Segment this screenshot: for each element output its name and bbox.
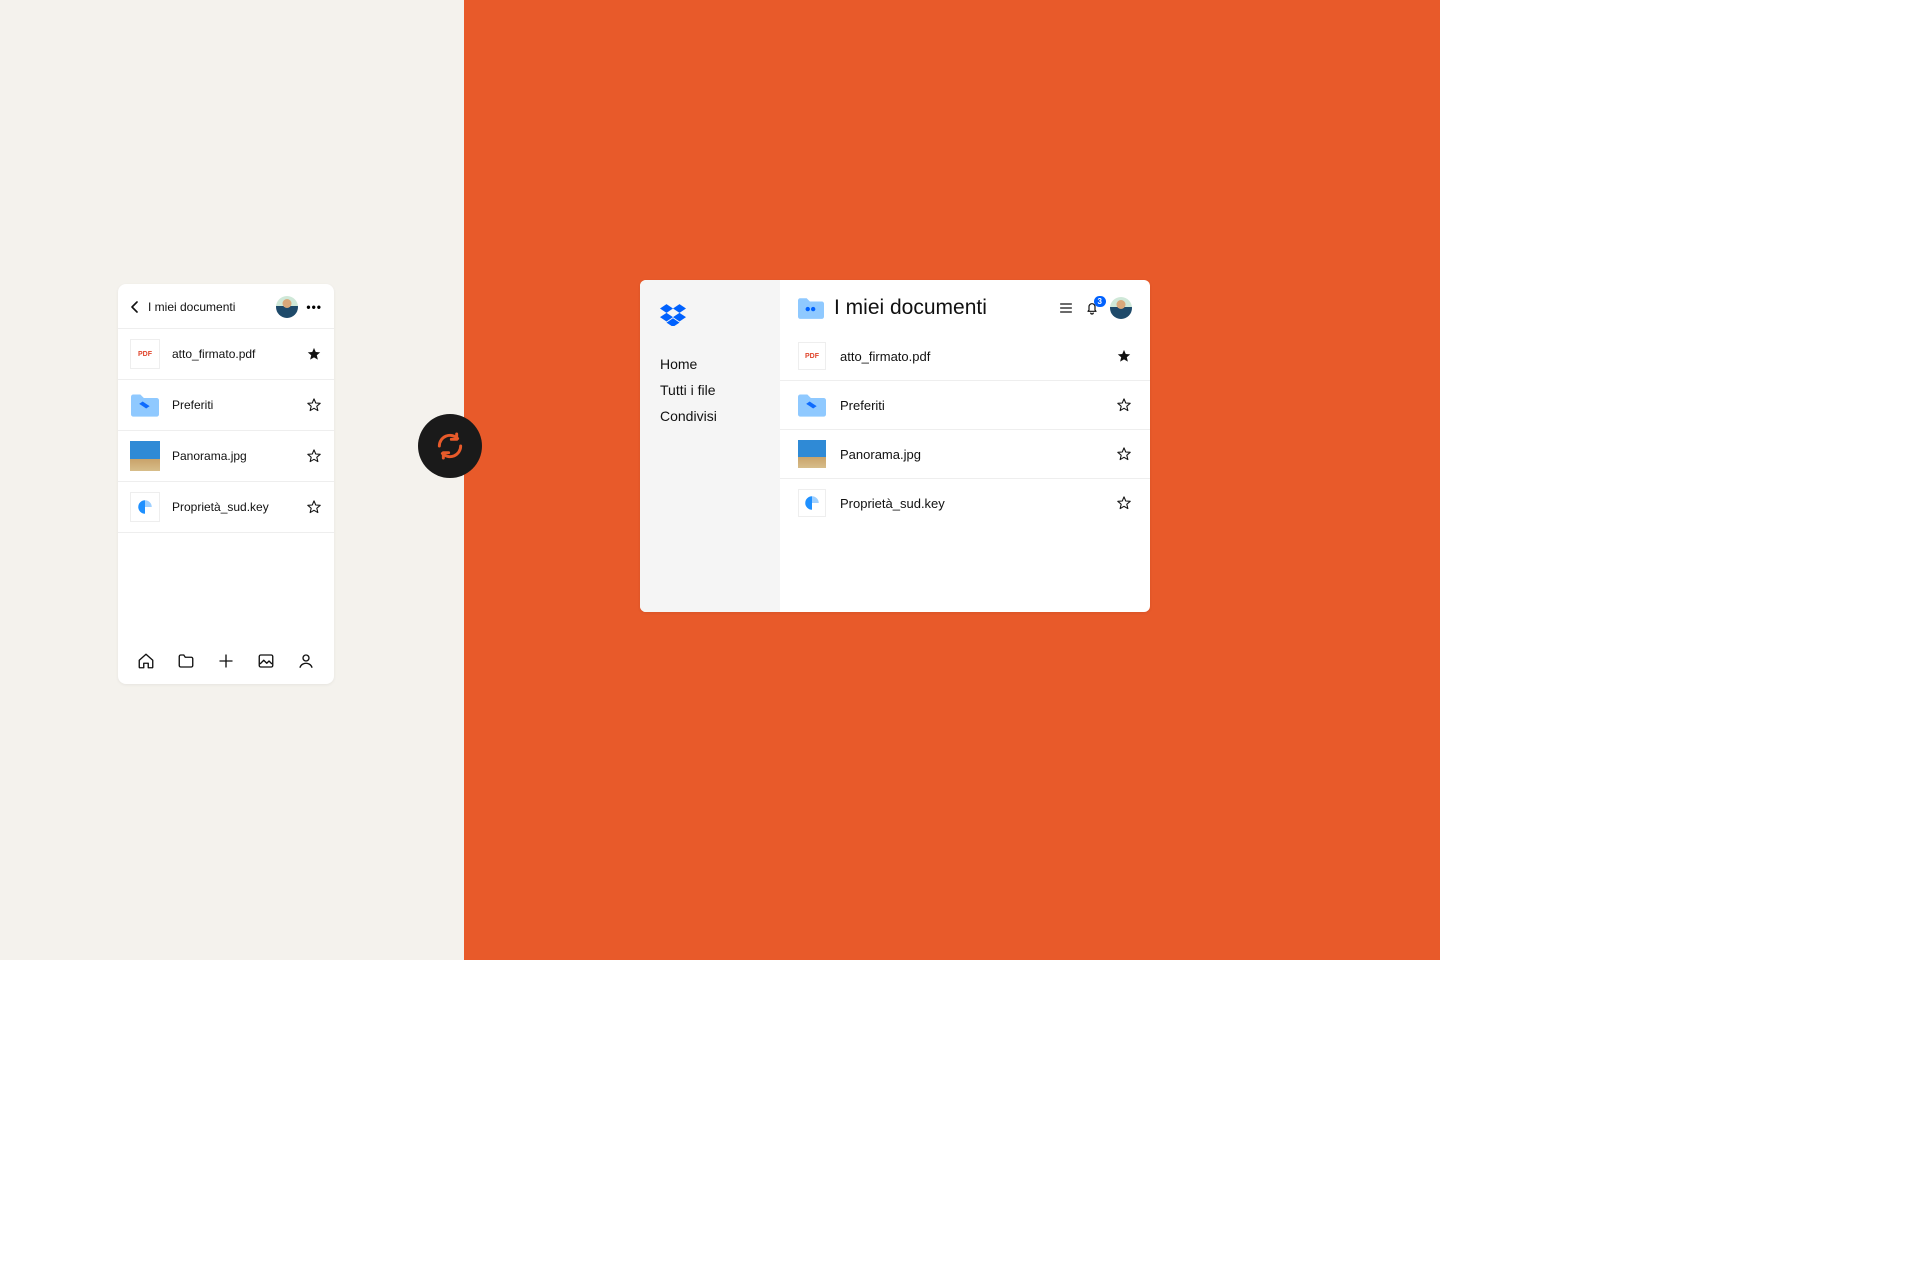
list-view-icon[interactable] (1058, 300, 1074, 316)
nav-item[interactable]: Condivisi (660, 408, 760, 424)
star-icon[interactable] (306, 397, 322, 413)
mobile-header: I miei documenti ••• (118, 284, 334, 329)
home-icon[interactable] (137, 652, 155, 670)
folder-icon (130, 390, 160, 420)
file-row[interactable]: Proprietà_sud.key (118, 482, 334, 533)
star-icon[interactable] (306, 346, 322, 362)
file-name: atto_firmato.pdf (172, 347, 306, 361)
nav-item[interactable]: Tutti i file (660, 382, 760, 398)
folder-icon[interactable] (177, 652, 195, 670)
shared-folder-icon (798, 297, 824, 319)
keynote-icon (130, 492, 160, 522)
keynote-icon (798, 489, 826, 517)
desktop-header: I miei documenti 3 (780, 280, 1150, 328)
file-row[interactable]: Preferiti (118, 380, 334, 431)
desktop-app: Home Tutti i file Condivisi I miei documen… (640, 280, 1150, 612)
plus-icon[interactable] (217, 652, 235, 670)
file-name: atto_firmato.pdf (840, 349, 1116, 364)
desktop-title: I miei documenti (834, 296, 1048, 320)
dropbox-logo-icon[interactable] (660, 304, 760, 326)
file-row[interactable]: PDF atto_firmato.pdf (780, 332, 1150, 381)
file-row[interactable]: PDF atto_firmato.pdf (118, 329, 334, 380)
mobile-title[interactable]: I miei documenti (148, 300, 276, 314)
sync-icon (418, 414, 482, 478)
desktop-file-list: PDF atto_firmato.pdf Preferiti Panorama.… (780, 328, 1150, 531)
notification-badge: 3 (1094, 296, 1106, 307)
file-name: Panorama.jpg (840, 447, 1116, 462)
file-name: Proprietà_sud.key (172, 500, 306, 514)
file-row[interactable]: Preferiti (780, 381, 1150, 430)
file-name: Preferiti (172, 398, 306, 412)
avatar[interactable] (1110, 297, 1132, 319)
star-icon[interactable] (1116, 397, 1132, 413)
avatar[interactable] (276, 296, 298, 318)
file-row[interactable]: Panorama.jpg (118, 431, 334, 482)
file-name: Proprietà_sud.key (840, 496, 1116, 511)
star-icon[interactable] (1116, 348, 1132, 364)
desktop-nav: Home Tutti i file Condivisi (660, 356, 760, 424)
file-row[interactable]: Panorama.jpg (780, 430, 1150, 479)
star-icon[interactable] (1116, 446, 1132, 462)
nav-item[interactable]: Home (660, 356, 760, 372)
profile-icon[interactable] (297, 652, 315, 670)
star-icon[interactable] (1116, 495, 1132, 511)
more-icon[interactable]: ••• (306, 300, 322, 314)
mobile-app: I miei documenti ••• PDF atto_firmato.pd… (118, 284, 334, 684)
file-name: Preferiti (840, 398, 1116, 413)
pdf-icon: PDF (130, 339, 160, 369)
desktop-sidebar: Home Tutti i file Condivisi (640, 280, 780, 612)
image-thumbnail-icon (130, 441, 160, 471)
image-thumbnail-icon (798, 440, 826, 468)
mobile-file-list: PDF atto_firmato.pdf Preferiti Panorama.… (118, 329, 334, 640)
star-icon[interactable] (306, 448, 322, 464)
mobile-bottom-nav (118, 640, 334, 684)
photos-icon[interactable] (257, 652, 275, 670)
back-chevron-icon[interactable] (128, 301, 142, 313)
file-name: Panorama.jpg (172, 449, 306, 463)
star-icon[interactable] (306, 499, 322, 515)
folder-icon (798, 391, 826, 419)
bell-icon[interactable]: 3 (1084, 300, 1100, 316)
file-row[interactable]: Proprietà_sud.key (780, 479, 1150, 527)
pdf-icon: PDF (798, 342, 826, 370)
